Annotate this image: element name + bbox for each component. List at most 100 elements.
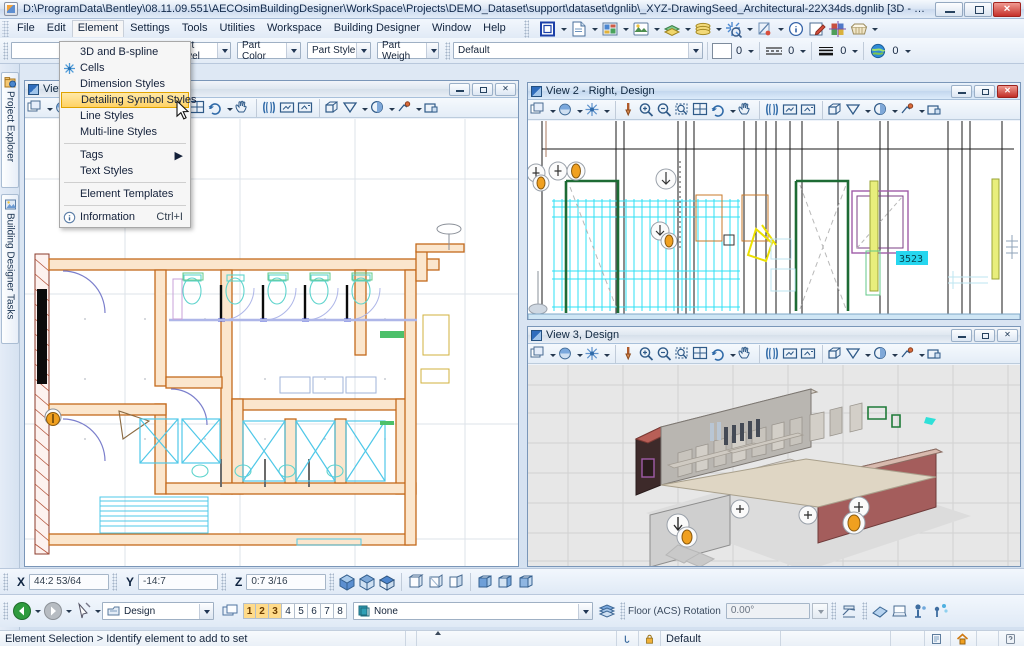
fence-combo[interactable]: None xyxy=(353,602,593,620)
zoom-out-icon[interactable] xyxy=(656,102,674,118)
front-view-icon[interactable] xyxy=(406,573,426,591)
menu-item-cells[interactable]: Cells xyxy=(60,60,190,76)
lock-closed-icon[interactable] xyxy=(638,631,660,646)
references-dropdown-arrow[interactable] xyxy=(590,20,599,38)
menu-workspace[interactable]: Workspace xyxy=(261,20,328,37)
part-style-combo[interactable]: Part Style xyxy=(307,42,371,59)
view1-close-button[interactable]: ✕ xyxy=(495,82,516,96)
copy-view-icon[interactable] xyxy=(297,100,315,116)
view3-close-button[interactable]: ✕ xyxy=(997,328,1018,342)
active-transparency-arrow[interactable] xyxy=(903,42,912,60)
view-groups-icon[interactable] xyxy=(890,602,910,620)
clip-mask-icon[interactable] xyxy=(872,346,890,362)
workmode-icon[interactable] xyxy=(924,631,950,646)
view-display-mode-dropdown-arrow[interactable] xyxy=(575,102,584,118)
rotate-view-dropdown-arrow[interactable] xyxy=(225,100,234,116)
active-level-combo[interactable]: Default xyxy=(453,42,703,59)
view-display-mode-icon[interactable] xyxy=(557,346,575,362)
acs-icon[interactable] xyxy=(839,602,859,620)
active-lineweight-icon[interactable] xyxy=(816,42,836,60)
active-lineweight-arrow[interactable] xyxy=(850,42,859,60)
view-attributes-dropdown-arrow[interactable] xyxy=(45,100,54,116)
render-dropdown-arrow[interactable] xyxy=(917,346,926,362)
acs-rotation-field[interactable]: 0.00° xyxy=(725,603,810,619)
clip-mask-dropdown-arrow[interactable] xyxy=(890,346,899,362)
render-icon[interactable] xyxy=(899,346,917,362)
clip-mask-icon[interactable] xyxy=(369,100,387,116)
minimize-button[interactable] xyxy=(935,1,963,17)
menu-settings[interactable]: Settings xyxy=(124,20,176,37)
model-bar-gripper[interactable] xyxy=(3,602,8,620)
rotate-view-dropdown-arrow[interactable] xyxy=(728,102,737,118)
view-next-icon[interactable] xyxy=(279,100,297,116)
rotate-view-icon[interactable] xyxy=(710,346,728,362)
level-button-1[interactable]: 1 xyxy=(243,603,256,619)
window-area-icon[interactable] xyxy=(674,102,692,118)
render-dropdown-arrow[interactable] xyxy=(917,102,926,118)
point-cloud-dropdown-arrow[interactable] xyxy=(652,20,661,38)
analyze-dropdown-arrow[interactable] xyxy=(776,20,785,38)
view2-canvas[interactable]: 3523 xyxy=(528,121,1020,319)
active-transparency-icon[interactable] xyxy=(868,42,888,60)
bottom-view-icon[interactable] xyxy=(475,573,495,591)
view-previous-icon[interactable] xyxy=(764,346,782,362)
menu-gripper[interactable] xyxy=(2,20,9,37)
top-view-icon[interactable] xyxy=(377,573,397,591)
y-coordinate-field[interactable]: -14:7 xyxy=(138,573,219,590)
clip-mask-icon[interactable] xyxy=(872,102,890,118)
level-button-8[interactable]: 8 xyxy=(334,603,347,619)
menu-item-text-styles[interactable]: Text Styles xyxy=(60,163,190,179)
menu-utilities[interactable]: Utilities xyxy=(214,20,261,37)
level-button-6[interactable]: 6 xyxy=(308,603,321,619)
update-view-icon[interactable] xyxy=(620,346,638,362)
render-icon[interactable] xyxy=(899,102,917,118)
analyze-icon[interactable] xyxy=(755,20,775,38)
fit-view-icon[interactable] xyxy=(692,102,710,118)
menu-item-tags[interactable]: Tags ▶ xyxy=(60,147,190,163)
copy-view-icon[interactable] xyxy=(800,346,818,362)
level-button-7[interactable]: 7 xyxy=(321,603,334,619)
level-manager-icon[interactable] xyxy=(662,20,682,38)
active-color-arrow[interactable] xyxy=(746,42,755,60)
acs-rotation-dropdown[interactable] xyxy=(811,603,828,619)
isometric-view-icon[interactable] xyxy=(337,573,357,591)
level-button-5[interactable]: 5 xyxy=(295,603,308,619)
markup-icon[interactable] xyxy=(807,20,827,38)
change-view-perspective-icon[interactable] xyxy=(324,100,342,116)
level-display-status-icon[interactable] xyxy=(597,602,617,620)
view2-title-bar[interactable]: View 2 - Right, Design ✕ xyxy=(528,83,1020,100)
clip-volume-dropdown-arrow[interactable] xyxy=(360,100,369,116)
active-color-swatch[interactable] xyxy=(712,42,732,59)
active-linestyle-arrow[interactable] xyxy=(798,42,807,60)
part-color-combo[interactable]: Part Color xyxy=(237,40,301,62)
view-display-mode-icon[interactable] xyxy=(557,102,575,118)
menu-item-information[interactable]: Information Ctrl+I xyxy=(60,209,190,225)
view-rotate-icon[interactable] xyxy=(515,573,535,591)
menu-window[interactable]: Window xyxy=(426,20,477,37)
models-icon[interactable] xyxy=(538,20,558,38)
menu-item-line-styles[interactable]: Line Styles xyxy=(60,108,190,124)
view-previous-icon[interactable] xyxy=(764,102,782,118)
forward-arrow-icon[interactable] xyxy=(42,600,64,622)
model-combo[interactable]: Design xyxy=(102,602,214,620)
saved-views-icon[interactable] xyxy=(849,20,869,38)
back-arrow-icon[interactable] xyxy=(11,600,33,622)
information-icon[interactable] xyxy=(786,20,806,38)
snap-mode-icon[interactable] xyxy=(870,602,890,620)
view3-canvas[interactable] xyxy=(528,365,1020,566)
references-icon[interactable] xyxy=(569,20,589,38)
view3-title-bar[interactable]: View 3, Design ✕ xyxy=(528,327,1020,344)
view2-minimize-button[interactable] xyxy=(951,84,972,98)
change-view-perspective-icon[interactable] xyxy=(827,102,845,118)
menu-item-multi-line-styles[interactable]: Multi-line Styles xyxy=(60,124,190,140)
pointer-tool-dropdown-arrow[interactable] xyxy=(93,602,102,620)
pointer-tool-icon[interactable] xyxy=(73,600,93,622)
clip-volume-icon[interactable] xyxy=(845,346,863,362)
multi-snap-icon[interactable] xyxy=(930,602,950,620)
back-dropdown-arrow[interactable] xyxy=(33,602,42,620)
right-view-icon[interactable] xyxy=(495,573,515,591)
back-view-icon[interactable] xyxy=(426,573,446,591)
view-brightness-dropdown-arrow[interactable] xyxy=(602,102,611,118)
view-attributes-icon[interactable] xyxy=(27,100,45,116)
menu-help[interactable]: Help xyxy=(477,20,512,37)
